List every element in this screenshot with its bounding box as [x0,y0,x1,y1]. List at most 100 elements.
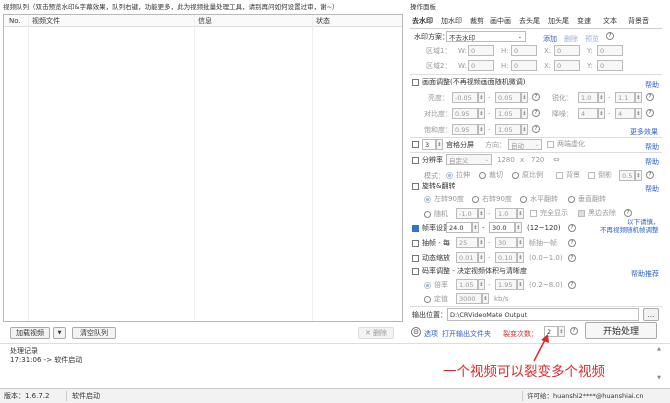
help-icon[interactable]: ? [646,109,654,117]
spinner-icon[interactable]: ⇕ [478,237,485,248]
spinner-icon[interactable]: ⇕ [517,252,524,263]
denoise-max[interactable]: 4 [615,108,635,119]
radio[interactable] [479,172,486,179]
res-width[interactable]: 1280 [497,157,515,164]
clear-queue-button[interactable]: 清空队列 [72,327,116,339]
swap-icon[interactable]: ⇔ [553,156,560,164]
resolution-help-link[interactable]: 帮助 [645,157,659,167]
col-info[interactable]: 信息 [198,18,212,25]
wm-delete-link[interactable]: 删除 [564,34,578,44]
bitrate-toggle[interactable]: 码率调整 - 决定视频体积与清晰度 [412,268,527,275]
radio[interactable] [424,282,431,289]
spinner-icon[interactable]: ⇕ [521,124,528,135]
spinner-icon[interactable]: ⇕ [478,252,485,263]
contrast-max[interactable]: 1.05 [495,108,521,119]
fps-min[interactable]: 24.0 [446,222,472,233]
split-checkbox[interactable] [412,141,419,148]
bitrate-min[interactable]: 1.05 [456,279,478,290]
area2-y-field[interactable]: 0 [597,60,623,71]
sharpen-min[interactable]: 1.0 [578,92,598,103]
rotate-help-link[interactable]: 帮助 [645,184,659,194]
fps-toggle[interactable]: 帧率设置 [412,225,450,232]
radio[interactable] [520,196,527,203]
spinner-icon[interactable]: ⇕ [517,237,524,248]
help-icon[interactable]: ? [568,281,576,289]
fps-max[interactable]: 30.0 [489,222,515,233]
sharpen-max[interactable]: 1.1 [615,92,635,103]
spinner-icon[interactable]: ⇕ [517,208,524,219]
extract-min[interactable]: 25 [456,237,478,248]
area1-w-field[interactable]: 0 [468,45,494,56]
area1-y-field[interactable]: 0 [597,45,623,56]
extract-max[interactable]: 30 [495,237,517,248]
spinner-icon[interactable]: ⇕ [478,279,485,290]
spinner-icon[interactable]: ⇕ [521,92,528,103]
help-icon[interactable]: ? [568,239,576,247]
mode-original[interactable]: 原比例 [512,172,543,179]
radio[interactable] [472,196,479,203]
denoise-min[interactable]: 4 [578,108,598,119]
motion-min[interactable]: 0.01 [456,252,478,263]
split-help-link[interactable]: 帮助 [645,142,659,152]
radio[interactable] [424,211,431,218]
extract-toggle[interactable]: 抽帧 - 每 [412,240,450,247]
open-output-folder-link[interactable]: 打开输出文件夹 [442,329,491,339]
spinner-icon[interactable]: ⇕ [635,92,642,103]
picture-adjust-checkbox[interactable] [412,79,419,86]
tab-speed[interactable]: 变速 [577,18,591,25]
help-icon[interactable]: ? [568,254,576,262]
checkbox[interactable] [556,172,563,179]
spinner-icon[interactable]: ⇕ [598,92,605,103]
log-scrollbar[interactable]: ▲ ▼ [653,347,665,387]
mode-crop[interactable]: 裁切 [479,172,503,179]
bitrate-ratio[interactable]: 倍率 [424,282,448,289]
rotate-right[interactable]: 右转90度 [472,196,512,203]
flip-horizontal[interactable]: 水平翻转 [520,196,558,203]
bitrate-fixed[interactable]: 定值 [424,296,448,303]
random-max[interactable]: 1.0 [495,208,517,219]
checkbox[interactable] [588,172,595,179]
fps-checkbox[interactable] [412,225,419,232]
help-icon[interactable]: ? [532,109,540,117]
flip-vertical[interactable]: 垂直翻转 [568,196,606,203]
video-queue-table[interactable]: No. 视频文件 信息 状态 [3,14,403,322]
motion-checkbox[interactable] [412,255,419,262]
bitrate-max[interactable]: 1.95 [495,279,517,290]
motion-max[interactable]: 0.10 [495,252,517,263]
spinner-icon[interactable]: ⇕ [482,293,489,304]
tab-bgm[interactable]: 背景音 [628,18,649,25]
spinner-icon[interactable]: ⇕ [635,170,642,181]
bitrate-checkbox[interactable] [412,268,419,275]
tab-remove-watermark[interactable]: 去水印 [412,18,433,25]
help-icon[interactable]: ? [532,93,540,101]
mode-reflection[interactable]: 倒影 [588,172,612,179]
radio[interactable] [446,172,453,179]
spinner-icon[interactable]: ⇕ [635,108,642,119]
checkbox[interactable] [578,210,585,217]
add-video-dropdown[interactable]: ▼ [53,327,66,339]
add-video-button[interactable]: 加载视频 [10,327,50,339]
blur-ends-checkbox[interactable] [547,141,554,148]
spinner-icon[interactable]: ⇕ [515,222,522,233]
contrast-min[interactable]: 0.95 [452,108,478,119]
area1-h-field[interactable]: 0 [511,45,537,56]
tab-pip[interactable]: 画中画 [490,18,511,25]
resolution-checkbox[interactable] [412,157,419,164]
settings-gear-icon[interactable]: ⚙ [411,327,421,337]
help-icon[interactable]: ? [646,93,654,101]
res-height[interactable]: 720 [531,157,544,164]
brightness-min[interactable]: -0.05 [452,92,478,103]
area2-x-field[interactable]: 0 [554,60,580,71]
direction-select[interactable]: 自动 ⌄ [508,139,542,150]
radio[interactable] [424,196,431,203]
delete-button[interactable]: ✕ 删除 [358,327,394,339]
output-path-field[interactable]: D:\CRVideoMate Output [447,308,639,321]
spinner-icon[interactable]: ⇕ [598,108,605,119]
spinner-icon[interactable]: ⇕ [472,222,479,233]
wm-plan-select[interactable]: 不去水印 ⌄ [446,31,526,42]
random-min[interactable]: -1.0 [456,208,478,219]
help-icon[interactable]: ? [568,224,576,232]
rotate-left[interactable]: 左转90度 [424,196,464,203]
mode-background[interactable]: 背景 [556,172,580,179]
radio[interactable] [512,172,519,179]
